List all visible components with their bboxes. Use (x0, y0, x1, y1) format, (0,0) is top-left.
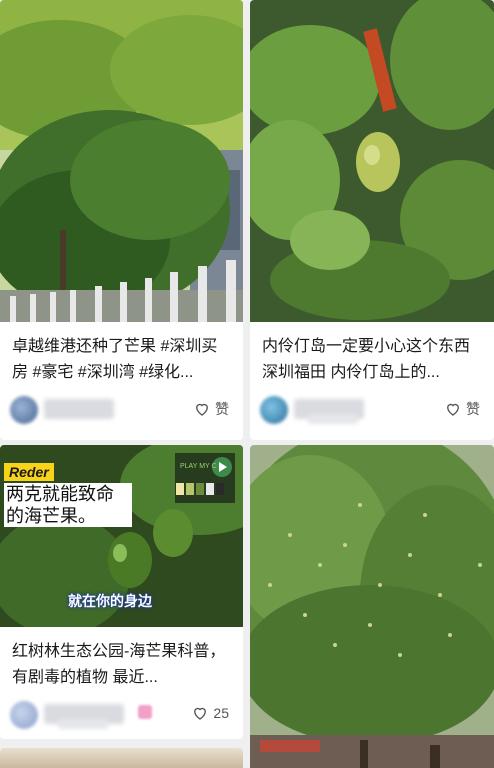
author-name[interactable] (44, 399, 114, 419)
overlay-subtitle: 就在你的身边 (68, 593, 152, 609)
avatar[interactable] (10, 701, 38, 729)
card-1-image (0, 0, 243, 322)
like-button[interactable]: 赞 (193, 399, 229, 419)
like-button[interactable]: 25 (191, 704, 229, 722)
like-label: 赞 (466, 401, 480, 417)
card-3-title: 红树林生态公园-海芒果科普，有剧毒的植物 最近... (12, 643, 226, 686)
card-3-meta: 25 (10, 699, 233, 729)
card-2-title: 内伶仃岛一定要小心这个东西深圳福田 内伶仃岛上的... (262, 338, 471, 381)
feed-card-3[interactable]: Reder 两克就能致命的海芒果。 PLAY MY C 就在你的身边 红树林生态… (0, 445, 243, 739)
author-subtext (58, 719, 108, 729)
heart-outline-icon (447, 403, 459, 416)
feed-card-2[interactable]: 内伶仃岛一定要小心这个东西深圳福田 内伶仃岛上的... 赞 (250, 0, 494, 440)
like-label: 25 (213, 705, 229, 721)
feed-card-5[interactable] (250, 445, 494, 768)
feed-card-1[interactable]: 卓越维港还种了芒果 #深圳买房 #豪宅 #深圳湾 #绿化... 赞 (0, 0, 243, 440)
heart-outline-icon (196, 403, 208, 416)
overlay-headline-text: 两克就能致命的海芒果。 (6, 484, 114, 526)
overlay-play-label: PLAY MY C (180, 463, 217, 470)
card-5-image (250, 445, 494, 768)
avatar[interactable] (260, 396, 288, 424)
card-3-image: Reder 两克就能致命的海芒果。 PLAY MY C 就在你的身边 (0, 445, 243, 627)
card-2-image (250, 0, 494, 322)
card-4-image (0, 748, 243, 768)
heart-outline-icon (194, 707, 207, 720)
card-1-title: 卓越维港还种了芒果 #深圳买房 #豪宅 #深圳湾 #绿化... (12, 338, 218, 381)
like-button[interactable]: 赞 (444, 399, 480, 419)
card-2-meta: 赞 (260, 394, 484, 424)
overlay-tag: Reder (4, 463, 54, 481)
feed-card-4[interactable] (0, 748, 243, 768)
avatar[interactable] (10, 396, 38, 424)
overlay-headline: 两克就能致命的海芒果。 (4, 483, 132, 527)
card-1-meta: 赞 (10, 394, 233, 424)
author-badge (138, 705, 152, 719)
like-label: 赞 (215, 401, 229, 417)
author-subtext (308, 414, 358, 424)
